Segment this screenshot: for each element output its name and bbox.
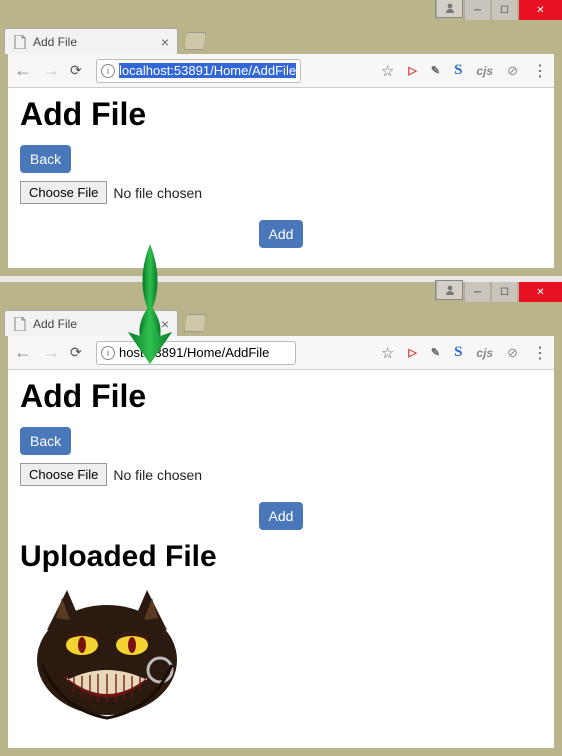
minimize-button[interactable]: ─ [464, 0, 490, 20]
page-icon [13, 317, 27, 331]
menu-icon[interactable]: ⋮ [532, 343, 548, 363]
back-icon[interactable]: ← [14, 342, 32, 363]
maximize-button[interactable]: ☐ [491, 0, 517, 20]
choose-file-button[interactable]: Choose File [20, 463, 107, 486]
user-icon[interactable] [436, 0, 462, 17]
browser-tab[interactable]: Add File × [4, 28, 178, 54]
tabstrip: Add File × [0, 306, 562, 336]
choose-file-button[interactable]: Choose File [20, 181, 107, 204]
page-heading: Add File [20, 378, 542, 415]
toolbar-right: ☆ ▷ ✎ S cjs ⊘ ⋮ [381, 61, 548, 81]
new-tab-button[interactable] [184, 32, 206, 50]
extension-icon-4[interactable]: ⊘ [507, 63, 518, 79]
new-tab-button[interactable] [184, 314, 206, 332]
extension-icon-2[interactable]: ✎ [431, 64, 440, 77]
toolbar: ← → ⟳ i host:53891/Home/AddFile ☆ ▷ ✎ S … [8, 336, 554, 370]
info-icon[interactable]: i [101, 64, 115, 78]
browser-window-before: ─ ☐ ✕ Add File × ← → ⟳ i localhost:53891… [0, 0, 562, 276]
maximize-button[interactable]: ☐ [491, 282, 517, 302]
back-button[interactable]: Back [20, 427, 71, 455]
forward-icon: → [42, 60, 60, 81]
back-button[interactable]: Back [20, 145, 71, 173]
titlebar: ─ ☐ ✕ [0, 0, 562, 24]
address-bar[interactable]: i localhost:53891/Home/AddFile [96, 59, 301, 83]
bookmark-icon[interactable]: ☆ [381, 62, 394, 80]
reload-icon[interactable]: ⟳ [70, 344, 86, 361]
reload-icon[interactable]: ⟳ [70, 62, 86, 79]
browser-window-after: ─ ☐ ✕ Add File × ← → ⟳ i host:53891/Home… [0, 282, 562, 756]
tab-close-icon[interactable]: × [161, 34, 169, 50]
file-input-row: Choose File No file chosen [20, 181, 542, 204]
titlebar: ─ ☐ ✕ [0, 282, 562, 306]
toolbar: ← → ⟳ i localhost:53891/Home/AddFile ☆ ▷… [8, 54, 554, 88]
file-status-text: No file chosen [113, 467, 202, 483]
url-text: localhost:53891/Home/AddFile [119, 63, 296, 78]
extension-cjs[interactable]: cjs [476, 346, 493, 360]
extension-icon-3[interactable]: S [454, 62, 462, 79]
toolbar-right: ☆ ▷ ✎ S cjs ⊘ ⋮ [381, 343, 548, 363]
forward-icon: → [42, 342, 60, 363]
back-icon[interactable]: ← [14, 60, 32, 81]
user-icon[interactable] [436, 281, 462, 299]
uploaded-image [22, 580, 192, 730]
bookmark-icon[interactable]: ☆ [381, 344, 394, 362]
extension-cjs[interactable]: cjs [476, 64, 493, 78]
uploaded-heading: Uploaded File [20, 540, 542, 574]
file-input-row: Choose File No file chosen [20, 463, 542, 486]
extension-icon-1[interactable]: ▷ [408, 346, 416, 359]
page-icon [13, 35, 27, 49]
menu-icon[interactable]: ⋮ [532, 61, 548, 81]
file-status-text: No file chosen [113, 185, 202, 201]
close-button[interactable]: ✕ [518, 0, 562, 20]
page-content: Add File Back Choose File No file chosen… [8, 88, 554, 268]
page-content: Add File Back Choose File No file chosen… [8, 370, 554, 748]
minimize-button[interactable]: ─ [464, 282, 490, 302]
info-icon[interactable]: i [101, 346, 115, 360]
extension-icon-1[interactable]: ▷ [408, 64, 416, 77]
tabstrip: Add File × [0, 24, 562, 54]
page-heading: Add File [20, 96, 542, 133]
close-button[interactable]: ✕ [518, 282, 562, 302]
extension-icon-2[interactable]: ✎ [431, 346, 440, 359]
add-button[interactable]: Add [259, 502, 304, 530]
extension-icon-3[interactable]: S [454, 344, 462, 361]
add-button[interactable]: Add [259, 220, 304, 248]
tab-title: Add File [33, 35, 77, 49]
tab-title: Add File [33, 317, 77, 331]
extension-icon-4[interactable]: ⊘ [507, 345, 518, 361]
